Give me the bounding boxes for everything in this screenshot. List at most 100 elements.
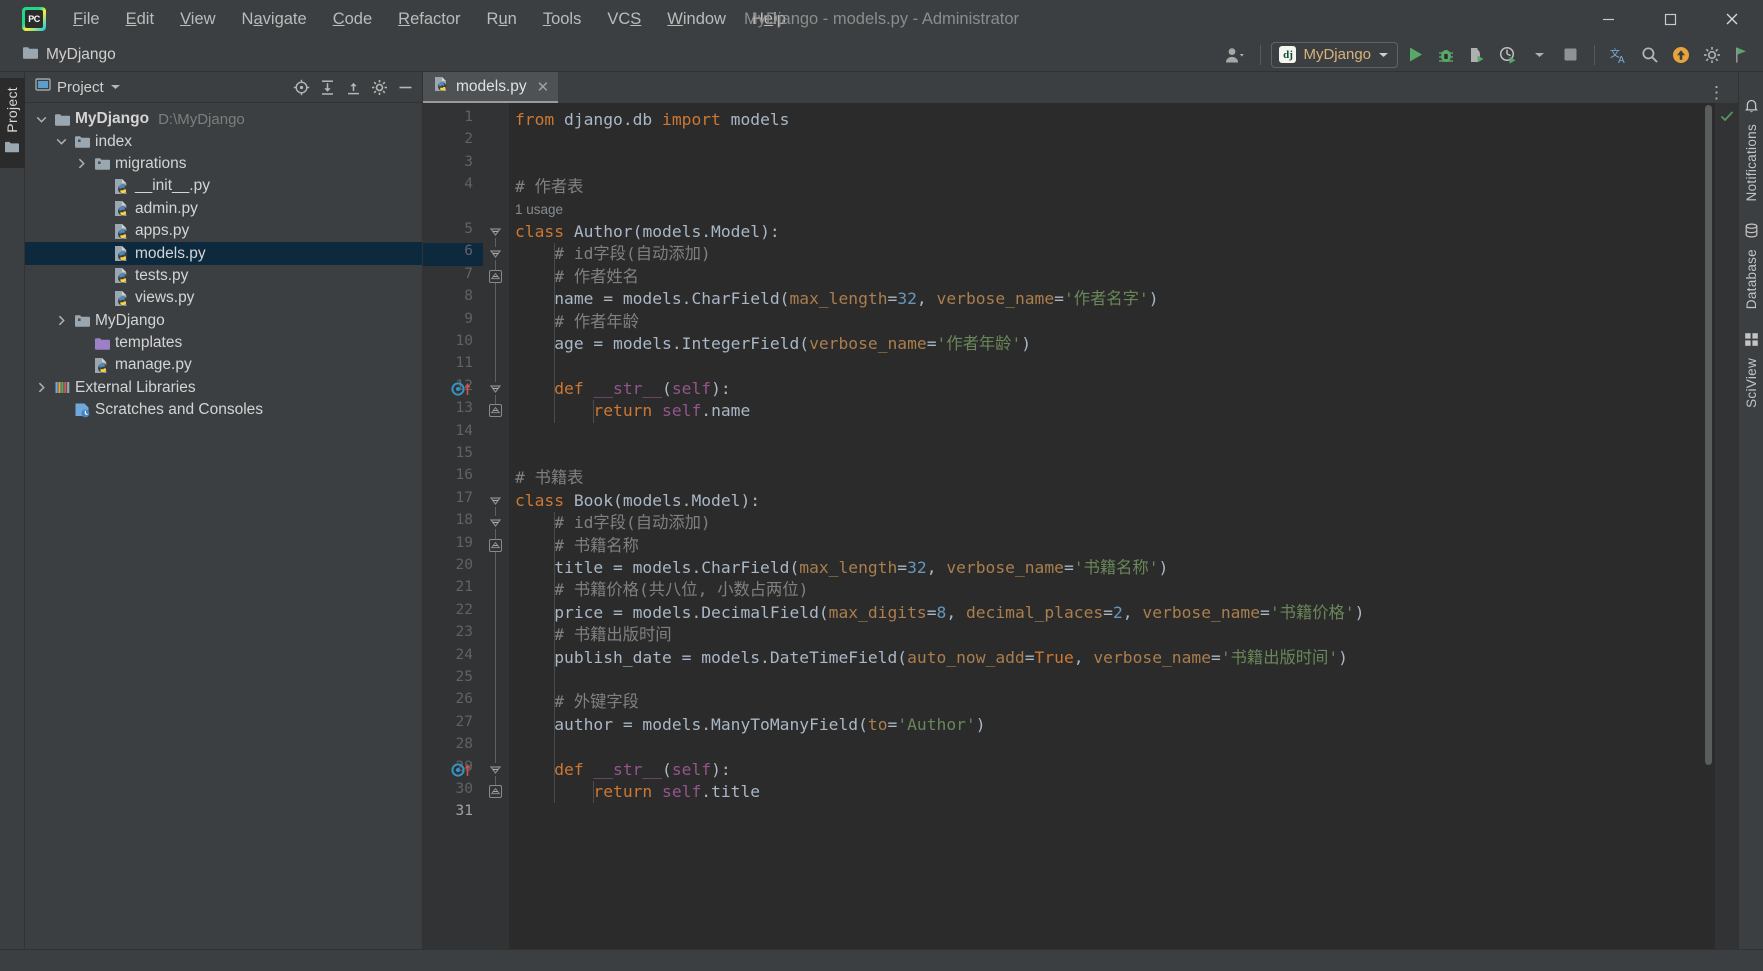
project-panel-header: Project xyxy=(25,72,422,103)
line-number-gutter[interactable]: 1 2 3 4 5 6 7 8 9 10 11 12 13 14 15 16 17 18 19 20 21 22 23 24 2… xyxy=(423,103,483,949)
close-button[interactable] xyxy=(1701,0,1763,38)
folder-root-icon xyxy=(51,112,73,127)
fold-toggle-18[interactable] xyxy=(489,516,502,530)
code-line-5: class Author(models.Model): xyxy=(515,222,780,241)
gutter-selection-band xyxy=(423,243,483,266)
profiler-icon[interactable] xyxy=(1494,42,1522,68)
tree-item-migrations[interactable]: migrations xyxy=(25,153,422,175)
account-icon[interactable] xyxy=(1222,42,1250,68)
tree-item-label: Scratches and Consoles xyxy=(95,401,264,419)
maximize-button[interactable] xyxy=(1639,0,1701,38)
fold-toggle-6[interactable] xyxy=(489,247,502,261)
chevron-down-icon[interactable] xyxy=(51,137,71,146)
fold-toggle-19[interactable] xyxy=(489,538,502,552)
line-number: 18 xyxy=(455,512,473,529)
fold-toggle-17[interactable] xyxy=(489,493,502,507)
sidebar-item-project[interactable]: Project xyxy=(0,78,25,168)
chevron-down-icon[interactable] xyxy=(1525,42,1553,68)
close-icon[interactable]: ✕ xyxy=(537,78,550,96)
override-method-icon[interactable] xyxy=(451,762,477,778)
project-tab-label: Project xyxy=(4,87,20,133)
breadcrumb[interactable]: MyDjango xyxy=(22,45,116,65)
menu-item-file[interactable]: File xyxy=(60,6,113,33)
pycharm-logo-icon: PC xyxy=(22,7,46,31)
menu-item-code[interactable]: Code xyxy=(320,6,385,33)
run-configuration-selector[interactable]: dj MyDjango xyxy=(1271,41,1398,68)
editor-tab-label: models.py xyxy=(456,77,527,95)
status-bar xyxy=(0,949,1763,971)
crosshair-icon[interactable] xyxy=(289,75,314,99)
tree-item-apps-py[interactable]: apps.py xyxy=(25,220,422,242)
bug-icon[interactable] xyxy=(1432,42,1460,68)
vertical-scrollbar[interactable] xyxy=(1705,105,1712,765)
tree-item-scratches-and-consoles[interactable]: Scratches and Consoles xyxy=(25,399,422,421)
sidebar-item-sciview[interactable]: SciView xyxy=(1744,332,1759,408)
gear-icon[interactable] xyxy=(367,75,392,99)
code-line-13: return self.name xyxy=(515,401,751,421)
arrow-up-circle-icon[interactable] xyxy=(1667,42,1695,68)
fold-toggle-13[interactable] xyxy=(489,404,502,418)
chevron-down-icon[interactable] xyxy=(31,115,51,124)
sidebar-item-notifications[interactable]: Notifications xyxy=(1744,98,1759,201)
folder-icon xyxy=(22,45,39,65)
fold-toggle-5[interactable] xyxy=(489,225,502,238)
collapse-all-icon[interactable] xyxy=(341,75,366,99)
flag-icon[interactable] xyxy=(1729,42,1757,68)
chevron-right-icon[interactable] xyxy=(51,315,71,326)
line-number: 23 xyxy=(455,624,473,641)
line-number: 31 xyxy=(455,803,473,820)
menu-item-tools[interactable]: Tools xyxy=(530,6,595,33)
line-number: 2 xyxy=(464,131,473,148)
tree-item-external-libraries[interactable]: External Libraries xyxy=(25,377,422,399)
menu-item-view[interactable]: View xyxy=(167,6,228,33)
run-button[interactable] xyxy=(1401,42,1429,68)
code-line-10: age = models.IntegerField(verbose_name='… xyxy=(515,334,1032,353)
expand-all-icon[interactable] xyxy=(315,75,340,99)
minus-icon[interactable] xyxy=(393,75,418,99)
tree-item-label: migrations xyxy=(115,154,187,172)
sidebar-item-database[interactable]: Database xyxy=(1744,223,1759,310)
code-folding-column[interactable] xyxy=(483,103,509,949)
menu-item-window[interactable]: Window xyxy=(654,6,739,33)
tree-item-mydjango[interactable]: MyDjango xyxy=(25,310,422,332)
tree-item-models-py[interactable]: models.py xyxy=(25,242,422,265)
fold-toggle-29[interactable] xyxy=(489,762,502,776)
search-icon[interactable] xyxy=(1636,42,1664,68)
tree-item-mydjango[interactable]: MyDjango D:\MyDjango xyxy=(25,108,422,130)
stop-button[interactable] xyxy=(1556,42,1584,68)
python-file-icon xyxy=(111,245,133,262)
override-method-icon[interactable] xyxy=(451,381,477,397)
tree-item-admin-py[interactable]: admin.py xyxy=(25,198,422,220)
menu-item-run[interactable]: Run xyxy=(474,6,530,33)
tree-item-templates[interactable]: templates xyxy=(25,332,422,354)
inspection-strip[interactable] xyxy=(1714,103,1738,949)
tree-item-tests-py[interactable]: tests.py xyxy=(25,265,422,287)
bell-icon xyxy=(1744,98,1759,118)
fold-toggle-7[interactable] xyxy=(489,269,502,283)
editor-tab-models-py[interactable]: models.py ✕ xyxy=(423,72,559,103)
minimize-button[interactable] xyxy=(1577,0,1639,38)
chevron-down-icon[interactable] xyxy=(110,78,121,96)
code-line-27: author = models.ManyToManyField(to='Auth… xyxy=(515,714,986,734)
tree-item-index[interactable]: index xyxy=(25,130,422,152)
menu-item-refactor[interactable]: Refactor xyxy=(385,6,473,33)
chevron-right-icon[interactable] xyxy=(31,382,51,393)
menu-item-vcs[interactable]: VCS xyxy=(594,6,654,33)
fold-toggle-30[interactable] xyxy=(489,785,502,798)
gear-icon[interactable] xyxy=(1698,42,1726,68)
editor-area: models.py ✕ ⋮ 1 2 3 4 5 6 7 8 9 10 11 12 13 14 15 16 17 1… xyxy=(423,72,1738,949)
tree-item-init-py[interactable]: __init__.py xyxy=(25,175,422,197)
fold-toggle-12[interactable] xyxy=(489,381,502,395)
tree-item-manage-py[interactable]: manage.py xyxy=(25,354,422,376)
translate-icon[interactable]: 文 A xyxy=(1605,42,1633,68)
python-file-icon xyxy=(91,357,113,374)
scratches-icon xyxy=(71,402,93,418)
more-vertical-icon[interactable]: ⋮ xyxy=(1708,83,1738,103)
coverage-icon[interactable] xyxy=(1463,42,1491,68)
inlay-hint-usages[interactable]: 1 usage xyxy=(515,199,563,221)
code-content[interactable]: from django.db import models # 作者表 class … xyxy=(509,103,1714,949)
menu-item-edit[interactable]: Edit xyxy=(113,6,167,33)
chevron-right-icon[interactable] xyxy=(71,158,91,169)
menu-item-navigate[interactable]: Navigate xyxy=(229,6,320,33)
tree-item-views-py[interactable]: views.py xyxy=(25,287,422,309)
